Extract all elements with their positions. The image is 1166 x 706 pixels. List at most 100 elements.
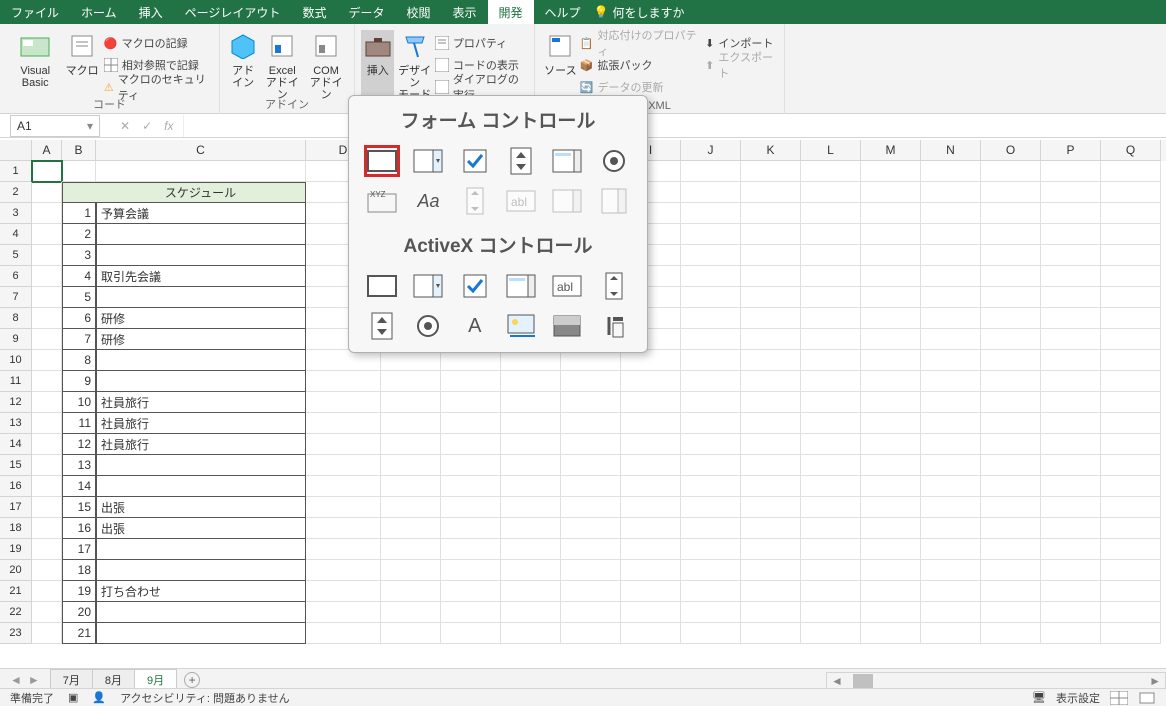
column-header-B[interactable]: B: [62, 140, 96, 161]
cell[interactable]: [501, 455, 561, 476]
cell[interactable]: 7: [62, 329, 96, 350]
cell[interactable]: [561, 623, 621, 644]
cell[interactable]: [306, 476, 381, 497]
cell[interactable]: [441, 623, 501, 644]
cell[interactable]: [681, 455, 741, 476]
row-header[interactable]: 1: [0, 161, 32, 182]
tell-me[interactable]: 💡 何をしますか: [594, 4, 685, 21]
cell[interactable]: [621, 455, 681, 476]
cell[interactable]: [306, 350, 381, 371]
cell[interactable]: [741, 182, 801, 203]
cell[interactable]: [921, 413, 981, 434]
cell[interactable]: 2: [62, 224, 96, 245]
cell[interactable]: [501, 623, 561, 644]
cell[interactable]: [801, 497, 861, 518]
cell[interactable]: [381, 497, 441, 518]
cell[interactable]: [681, 539, 741, 560]
form-button-control[interactable]: [364, 145, 400, 177]
cell[interactable]: [621, 350, 681, 371]
cell[interactable]: [381, 581, 441, 602]
cell[interactable]: [561, 434, 621, 455]
row-header[interactable]: 3: [0, 203, 32, 224]
cell[interactable]: [801, 392, 861, 413]
cell[interactable]: [741, 245, 801, 266]
cell[interactable]: [621, 371, 681, 392]
ribbon-tab-校閲[interactable]: 校閲: [395, 0, 441, 24]
cell[interactable]: [441, 413, 501, 434]
cell[interactable]: 16: [62, 518, 96, 539]
cell[interactable]: [981, 161, 1041, 182]
cell[interactable]: [801, 560, 861, 581]
cell[interactable]: [981, 476, 1041, 497]
column-header-M[interactable]: M: [861, 140, 921, 161]
cell[interactable]: 20: [62, 602, 96, 623]
cell[interactable]: [32, 623, 62, 644]
cell[interactable]: [801, 224, 861, 245]
scroll-right-icon[interactable]: ►: [1149, 674, 1161, 688]
activex-scrollbar-control[interactable]: [596, 270, 632, 302]
cell[interactable]: [981, 434, 1041, 455]
cell[interactable]: [32, 245, 62, 266]
cell[interactable]: [921, 518, 981, 539]
cell[interactable]: [306, 434, 381, 455]
cell[interactable]: [1041, 329, 1101, 350]
cell[interactable]: [1041, 224, 1101, 245]
cell[interactable]: [306, 539, 381, 560]
cell[interactable]: [861, 434, 921, 455]
cell[interactable]: [96, 623, 306, 644]
cell[interactable]: [861, 581, 921, 602]
export-button[interactable]: ⬆ エクスポート: [705, 54, 778, 76]
com-addin-button[interactable]: COM アドイン: [304, 30, 348, 102]
cell[interactable]: 21: [62, 623, 96, 644]
cell[interactable]: [741, 224, 801, 245]
cell[interactable]: [1041, 476, 1101, 497]
cell[interactable]: [801, 161, 861, 182]
cell[interactable]: [32, 392, 62, 413]
cell[interactable]: [306, 371, 381, 392]
cell[interactable]: [801, 266, 861, 287]
cell[interactable]: [561, 476, 621, 497]
excel-addin-button[interactable]: Excel アドイン: [260, 30, 304, 102]
cell[interactable]: [561, 413, 621, 434]
row-header[interactable]: 10: [0, 350, 32, 371]
sheet-nav-prev-icon[interactable]: ◄: [10, 673, 22, 687]
column-header-K[interactable]: K: [741, 140, 801, 161]
cell[interactable]: [561, 581, 621, 602]
cell[interactable]: 12: [62, 434, 96, 455]
cell[interactable]: [801, 182, 861, 203]
cell[interactable]: [501, 350, 561, 371]
row-header[interactable]: 20: [0, 560, 32, 581]
cell[interactable]: [561, 539, 621, 560]
cell[interactable]: [921, 266, 981, 287]
row-header[interactable]: 23: [0, 623, 32, 644]
cell[interactable]: [96, 476, 306, 497]
cell[interactable]: [681, 224, 741, 245]
cell[interactable]: [921, 182, 981, 203]
cell[interactable]: 予算会議: [96, 203, 306, 224]
cell[interactable]: [801, 434, 861, 455]
fx-icon[interactable]: fx: [164, 119, 173, 133]
cell[interactable]: 6: [62, 308, 96, 329]
cell[interactable]: 17: [62, 539, 96, 560]
row-header[interactable]: 9: [0, 329, 32, 350]
cell[interactable]: [561, 392, 621, 413]
cell[interactable]: [621, 518, 681, 539]
column-header-Q[interactable]: Q: [1101, 140, 1161, 161]
cell[interactable]: [621, 560, 681, 581]
cell[interactable]: [32, 602, 62, 623]
activex-morecontrols-control[interactable]: [596, 310, 632, 342]
cell[interactable]: [861, 371, 921, 392]
cell[interactable]: [861, 287, 921, 308]
cell[interactable]: 3: [62, 245, 96, 266]
row-header[interactable]: 16: [0, 476, 32, 497]
cell[interactable]: [441, 581, 501, 602]
cell[interactable]: [561, 455, 621, 476]
cell[interactable]: [501, 413, 561, 434]
cell[interactable]: [741, 287, 801, 308]
form-listbox-control[interactable]: [549, 145, 585, 177]
cell[interactable]: [921, 350, 981, 371]
column-header-J[interactable]: J: [681, 140, 741, 161]
column-header-A[interactable]: A: [32, 140, 62, 161]
cell[interactable]: [801, 518, 861, 539]
cell[interactable]: [32, 350, 62, 371]
